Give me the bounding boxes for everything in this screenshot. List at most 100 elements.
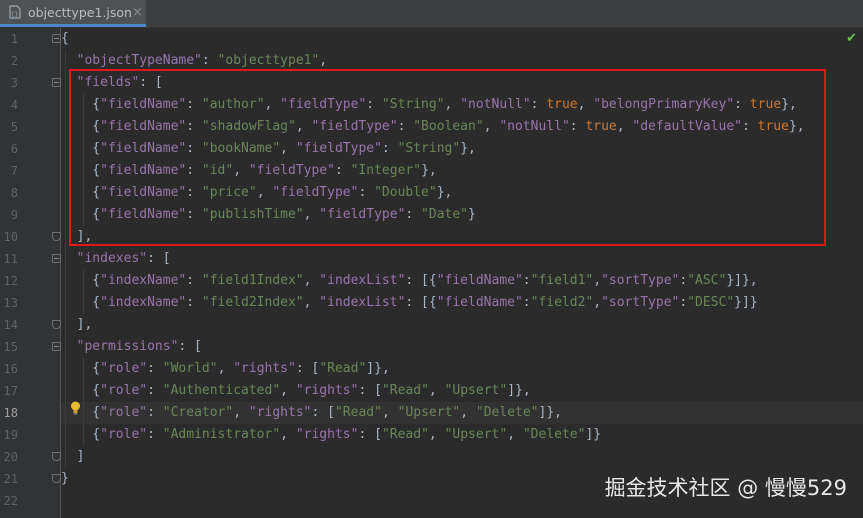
editor-tab-bar: {} objecttype1.json ×	[0, 0, 863, 28]
json-string: "field1"	[530, 273, 594, 288]
json-string: "World"	[162, 361, 218, 376]
line-number: 6	[10, 142, 18, 156]
json-key: "fieldName"	[436, 273, 523, 288]
json-punctuation: {	[61, 31, 69, 46]
line-number: 14	[3, 318, 18, 332]
json-key: "sortType"	[601, 273, 680, 288]
json-punctuation	[61, 53, 77, 68]
json-string: "Upsert"	[397, 405, 461, 420]
json-punctuation: :	[186, 295, 202, 310]
file-tab-objecttype1[interactable]: {} objecttype1.json ×	[0, 0, 146, 27]
lightbulb-icon[interactable]	[70, 401, 81, 415]
json-punctuation: ,	[507, 427, 523, 442]
fold-marker-icon[interactable]	[52, 232, 61, 241]
json-string: "DESC"	[687, 295, 735, 310]
json-punctuation: }]}	[734, 295, 758, 310]
json-string: "Creator"	[162, 405, 234, 420]
code-line: {"role": "World", "rights": ["Read"]},	[61, 358, 863, 380]
json-punctuation: :	[522, 295, 531, 310]
json-key: "rights"	[295, 383, 359, 398]
json-string: "Upsert"	[444, 427, 508, 442]
code-line: {"indexName": "field1Index", "indexList"…	[61, 270, 863, 292]
json-punctuation: :	[147, 361, 163, 376]
code-line: {"indexName": "field2Index", "indexList"…	[61, 292, 863, 314]
json-punctuation: }	[61, 471, 69, 486]
json-punctuation: {	[61, 361, 101, 376]
line-number: 18	[3, 406, 18, 420]
line-number: 11	[3, 252, 18, 266]
line-number: 17	[3, 384, 18, 398]
line-number: 5	[10, 120, 18, 134]
code-line: ],	[61, 314, 863, 336]
json-punctuation: {	[61, 427, 101, 442]
json-string: "Read"	[334, 405, 382, 420]
fold-marker-icon[interactable]	[52, 452, 61, 461]
json-string: "Read"	[381, 427, 429, 442]
line-number: 13	[3, 296, 18, 310]
line-number: 1	[10, 32, 18, 46]
fold-marker-icon[interactable]	[52, 474, 61, 483]
json-string: "Administrator"	[162, 427, 281, 442]
line-number: 2	[10, 54, 18, 68]
json-key: "indexName"	[100, 273, 187, 288]
json-punctuation: : [	[147, 251, 171, 266]
fold-marker-icon[interactable]	[52, 34, 61, 43]
json-punctuation: ,	[428, 383, 445, 398]
json-string: "objecttype1"	[217, 53, 320, 68]
json-punctuation: :	[522, 273, 531, 288]
json-punctuation: ,	[217, 361, 234, 376]
inspection-ok-icon[interactable]: ✔	[846, 31, 857, 46]
json-punctuation: ,	[381, 405, 398, 420]
json-punctuation: ]},	[507, 383, 531, 398]
line-number: 3	[10, 76, 18, 90]
json-string: "Delete"	[475, 405, 539, 420]
json-punctuation: : [	[358, 427, 382, 442]
json-punctuation	[61, 251, 77, 266]
json-key: "indexList"	[319, 273, 406, 288]
json-key: "role"	[100, 383, 148, 398]
json-punctuation: {	[61, 273, 101, 288]
json-punctuation: :	[679, 273, 688, 288]
line-number: 21	[3, 472, 18, 486]
json-punctuation: :	[679, 295, 688, 310]
json-punctuation: : [	[178, 339, 202, 354]
svg-text:{}: {}	[11, 11, 18, 18]
json-string: "Read"	[319, 361, 367, 376]
fold-marker-icon[interactable]	[52, 320, 61, 329]
json-key: "rights"	[248, 405, 312, 420]
json-punctuation: }]},	[726, 273, 758, 288]
indent-guide	[83, 270, 84, 314]
json-punctuation: :	[147, 405, 163, 420]
json-punctuation: : [{	[405, 273, 437, 288]
fold-marker-icon[interactable]	[52, 342, 61, 351]
watermark-text: 掘金技术社区 @ 慢慢529	[604, 476, 847, 500]
json-punctuation: :	[201, 53, 218, 68]
code-line: {"role": "Creator", "rights": ["Read", "…	[61, 402, 863, 424]
line-number: 16	[3, 362, 18, 376]
json-string: "field2Index"	[201, 295, 304, 310]
json-string: "Delete"	[522, 427, 586, 442]
json-string: "ASC"	[687, 273, 727, 288]
line-number: 20	[3, 450, 18, 464]
json-punctuation: : [	[358, 383, 382, 398]
close-tab-icon[interactable]: ×	[132, 5, 143, 20]
code-line: "permissions": [	[61, 336, 863, 358]
line-number: 19	[3, 428, 18, 442]
json-string: "Upsert"	[444, 383, 508, 398]
json-punctuation: {	[61, 295, 101, 310]
json-string: "Authenticated"	[162, 383, 281, 398]
json-punctuation	[61, 339, 77, 354]
code-line: {"role": "Authenticated", "rights": ["Re…	[61, 380, 863, 402]
json-punctuation: ,	[233, 405, 249, 420]
json-key: "indexes"	[76, 251, 148, 266]
json-punctuation: : [	[311, 405, 335, 420]
json-punctuation: ,	[460, 405, 476, 420]
fold-marker-icon[interactable]	[52, 254, 61, 263]
line-number: 4	[10, 98, 18, 112]
fold-marker-icon[interactable]	[52, 78, 61, 87]
json-punctuation: ,	[303, 295, 320, 310]
json-punctuation: : [	[295, 361, 320, 376]
json-punctuation: ]},	[538, 405, 562, 420]
line-number: 15	[3, 340, 18, 354]
json-key: "role"	[100, 427, 148, 442]
